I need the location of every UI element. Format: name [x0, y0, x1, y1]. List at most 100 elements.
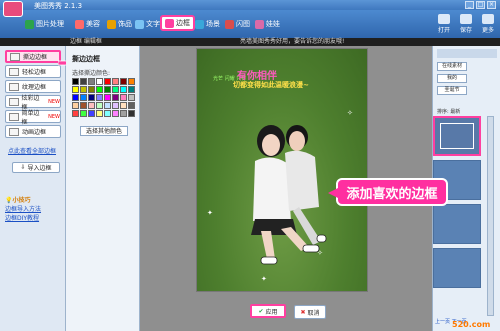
- color-swatch[interactable]: [128, 110, 135, 117]
- more-icon: [482, 14, 494, 24]
- color-swatch[interactable]: [112, 110, 119, 117]
- sparkle-icon: ✧: [317, 249, 323, 257]
- color-swatch[interactable]: [96, 86, 103, 93]
- color-swatch[interactable]: [72, 78, 79, 85]
- animated-frame-icon: [9, 127, 19, 136]
- color-panel: 撕边边框 选择撕边颜色: 选择其他颜色: [66, 46, 140, 331]
- color-swatch[interactable]: [96, 102, 103, 109]
- import-frame-button[interactable]: ⇩ 导入边框: [12, 162, 60, 173]
- color-swatch[interactable]: [96, 110, 103, 117]
- color-swatch[interactable]: [128, 102, 135, 109]
- color-swatch[interactable]: [104, 78, 111, 85]
- category-select[interactable]: 圣诞节: [437, 86, 467, 95]
- couple-figure: [251, 125, 327, 265]
- color-swatch[interactable]: [120, 78, 127, 85]
- menu-easy-frame[interactable]: 轻松边框: [5, 65, 61, 78]
- simple-frame-icon: [9, 112, 19, 121]
- menu-texture-frame[interactable]: 纹理边框: [5, 80, 61, 93]
- apply-button[interactable]: ✔ 应用: [250, 304, 286, 318]
- color-swatch[interactable]: [88, 94, 95, 101]
- title-bar: 美图秀秀 2.1.3 _ □ ×: [0, 0, 500, 17]
- color-swatch[interactable]: [72, 102, 79, 109]
- color-swatch[interactable]: [72, 94, 79, 101]
- color-swatch[interactable]: [128, 78, 135, 85]
- color-swatch[interactable]: [112, 78, 119, 85]
- tips-link-import[interactable]: 边框导入方法: [5, 205, 41, 214]
- minimize-button[interactable]: _: [465, 1, 474, 9]
- more-button[interactable]: 更多: [480, 14, 496, 34]
- doll-icon: [255, 19, 264, 29]
- color-swatch[interactable]: [112, 102, 119, 109]
- heart-icon: [75, 19, 84, 29]
- tab-beauty[interactable]: 美容: [72, 16, 103, 32]
- menu-torn-frame[interactable]: 撕边边框: [5, 50, 61, 63]
- menu-simple-frame[interactable]: 简单边框 NEW: [5, 110, 61, 126]
- close-button[interactable]: ×: [487, 1, 496, 9]
- tab-image-process[interactable]: 图片处理: [22, 16, 67, 32]
- color-swatch[interactable]: [104, 110, 111, 117]
- color-swatch[interactable]: [88, 110, 95, 117]
- color-swatch[interactable]: [96, 78, 103, 85]
- color-panel-subtitle: 选择撕边颜色:: [72, 70, 111, 77]
- color-swatch[interactable]: [88, 102, 95, 109]
- tab-accessories[interactable]: 饰品: [104, 16, 135, 32]
- color-swatch[interactable]: [88, 78, 95, 85]
- frame-thumbnail[interactable]: [433, 204, 481, 244]
- tab-scene[interactable]: 场景: [192, 16, 223, 32]
- text-icon: [135, 19, 144, 29]
- tips-link-diy[interactable]: 边框DIY教程: [5, 214, 41, 223]
- color-swatch[interactable]: [80, 102, 87, 109]
- frame-thumbnail[interactable]: [433, 248, 481, 288]
- maximize-button[interactable]: □: [476, 1, 485, 9]
- breadcrumb: 边框 编辑框: [70, 38, 102, 45]
- other-color-button[interactable]: 选择其他颜色: [80, 126, 128, 136]
- color-swatch[interactable]: [104, 102, 111, 109]
- cancel-button[interactable]: ✖ 取消: [294, 305, 326, 319]
- add-frame-callout: 添加喜欢的边框: [328, 178, 448, 206]
- open-button[interactable]: 打开: [436, 14, 452, 34]
- scene-icon: [195, 19, 204, 29]
- menu-animated-frame[interactable]: 动画边框: [5, 125, 61, 138]
- color-swatch[interactable]: [96, 94, 103, 101]
- color-swatch[interactable]: [112, 94, 119, 101]
- tips-box: 💡小技巧 边框导入方法 边框DIY教程: [5, 196, 41, 223]
- tab-frame[interactable]: 边框: [160, 15, 195, 31]
- color-swatch[interactable]: [120, 110, 127, 117]
- new-badge: NEW: [48, 98, 60, 105]
- color-swatch[interactable]: [112, 86, 119, 93]
- new-badge: NEW: [48, 113, 60, 120]
- tips-title: 小技巧: [12, 197, 31, 204]
- color-swatch[interactable]: [80, 78, 87, 85]
- color-swatch[interactable]: [120, 94, 127, 101]
- tip-text: 亮墙美图秀秀好用，要告诉您的朋友哦!: [240, 38, 345, 45]
- file-tools: 打开 保存 更多: [436, 14, 496, 34]
- color-swatch[interactable]: [80, 86, 87, 93]
- thumbnail-scrollbar[interactable]: [487, 116, 494, 316]
- color-swatch[interactable]: [72, 110, 79, 117]
- easy-frame-icon: [9, 67, 19, 76]
- tab-text[interactable]: 文字: [132, 16, 163, 32]
- tab-doll[interactable]: 娃娃: [252, 16, 283, 32]
- color-swatch[interactable]: [120, 86, 127, 93]
- menu-colorful-frame[interactable]: 炫彩边框 NEW: [5, 95, 61, 111]
- color-swatch[interactable]: [104, 94, 111, 101]
- color-swatch[interactable]: [80, 94, 87, 101]
- site-watermark: 520.com: [452, 320, 491, 329]
- color-swatch[interactable]: [128, 94, 135, 101]
- sparkle-icon: ✧: [347, 109, 353, 117]
- color-panel-title: 撕边边框: [72, 55, 100, 63]
- online-material-button[interactable]: 在线素材: [437, 62, 467, 71]
- colorful-frame-icon: [9, 97, 19, 106]
- color-swatch[interactable]: [104, 86, 111, 93]
- color-swatch[interactable]: [80, 110, 87, 117]
- color-swatch[interactable]: [72, 86, 79, 93]
- frame-thumbnail[interactable]: [433, 116, 481, 156]
- color-swatch[interactable]: [88, 86, 95, 93]
- sort-select[interactable]: 排序: 最新: [437, 108, 460, 115]
- save-button[interactable]: 保存: [458, 14, 474, 34]
- my-material-button[interactable]: 我的: [437, 74, 467, 83]
- view-all-frames-link[interactable]: 点此查看全部边框: [8, 146, 56, 155]
- tab-flash[interactable]: 闪图: [222, 16, 253, 32]
- color-swatch[interactable]: [128, 86, 135, 93]
- color-swatch[interactable]: [120, 102, 127, 109]
